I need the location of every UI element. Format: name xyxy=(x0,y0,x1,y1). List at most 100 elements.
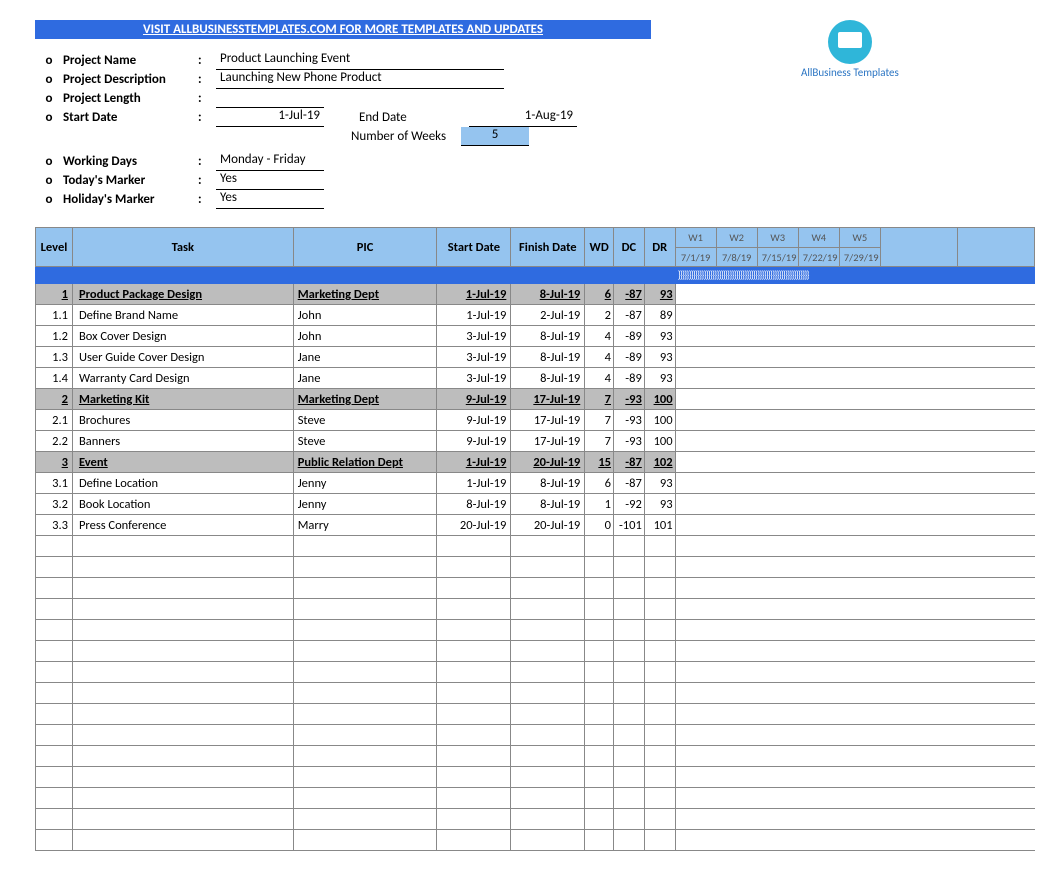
col-dr[interactable]: DR xyxy=(644,228,675,267)
table-row[interactable]: 2Marketing KitMarketing Dept9-Jul-1917-J… xyxy=(36,389,1035,410)
table-row[interactable]: 3.2Book LocationJenny8-Jul-198-Jul-191-9… xyxy=(36,494,1035,515)
cell-finish-date[interactable]: 8-Jul-19 xyxy=(511,473,585,494)
week-header[interactable]: W1 xyxy=(675,228,716,248)
cell-pic[interactable]: Public Relation Dept xyxy=(293,452,437,473)
cell-pic[interactable]: Jenny xyxy=(293,494,437,515)
table-row[interactable] xyxy=(36,557,1035,578)
cell-start-date[interactable]: 1-Jul-19 xyxy=(437,284,511,305)
cell-task[interactable]: Book Location xyxy=(72,494,293,515)
col-start_date[interactable]: Start Date xyxy=(437,228,511,267)
cell-finish-date[interactable]: 8-Jul-19 xyxy=(511,284,585,305)
working-days-value[interactable]: Monday - Friday xyxy=(216,152,324,171)
cell-task[interactable]: Marketing Kit xyxy=(72,389,293,410)
week-header[interactable]: W2 xyxy=(716,228,757,248)
week-header[interactable]: W3 xyxy=(757,228,798,248)
cell-start-date[interactable]: 1-Jul-19 xyxy=(437,473,511,494)
table-row[interactable]: 1.4Warranty Card DesignJane3-Jul-198-Jul… xyxy=(36,368,1035,389)
table-row[interactable] xyxy=(36,746,1035,767)
col-wd[interactable]: WD xyxy=(585,228,614,267)
project-name-value[interactable]: Product Launching Event xyxy=(216,51,504,70)
table-row[interactable] xyxy=(36,704,1035,725)
cell-pic[interactable]: Marketing Dept xyxy=(293,389,437,410)
cell-task[interactable]: User Guide Cover Design xyxy=(72,347,293,368)
project-desc-value[interactable]: Launching New Phone Product xyxy=(216,70,504,89)
table-row[interactable]: 1.3User Guide Cover DesignJane3-Jul-198-… xyxy=(36,347,1035,368)
table-row[interactable]: 3EventPublic Relation Dept1-Jul-1920-Jul… xyxy=(36,452,1035,473)
cell-start-date[interactable]: 9-Jul-19 xyxy=(437,389,511,410)
week-header[interactable]: W5 xyxy=(839,228,880,248)
cell-start-date[interactable]: 8-Jul-19 xyxy=(437,494,511,515)
cell-finish-date[interactable]: 17-Jul-19 xyxy=(511,389,585,410)
cell-start-date[interactable]: 9-Jul-19 xyxy=(437,431,511,452)
col-task[interactable]: Task xyxy=(72,228,293,267)
table-row[interactable]: 3.1Define LocationJenny1-Jul-198-Jul-196… xyxy=(36,473,1035,494)
cell-pic[interactable]: Jenny xyxy=(293,473,437,494)
table-row[interactable] xyxy=(36,683,1035,704)
table-row[interactable] xyxy=(36,641,1035,662)
cell-start-date[interactable]: 1-Jul-19 xyxy=(437,305,511,326)
table-row[interactable] xyxy=(36,536,1035,557)
week-header[interactable]: W4 xyxy=(798,228,839,248)
table-row[interactable] xyxy=(36,725,1035,746)
cell-start-date[interactable]: 20-Jul-19 xyxy=(437,515,511,536)
table-row[interactable] xyxy=(36,830,1035,851)
cell-start-date[interactable]: 3-Jul-19 xyxy=(437,347,511,368)
col-dc[interactable]: DC xyxy=(614,228,645,267)
table-row[interactable] xyxy=(36,599,1035,620)
start-date-value[interactable]: 1-Jul-19 xyxy=(216,108,324,127)
cell-finish-date[interactable]: 8-Jul-19 xyxy=(511,494,585,515)
cell-pic[interactable]: Jane xyxy=(293,368,437,389)
cell-start-date[interactable]: 9-Jul-19 xyxy=(437,410,511,431)
table-row[interactable] xyxy=(36,788,1035,809)
col-level[interactable]: Level xyxy=(36,228,73,267)
cell-finish-date[interactable]: 2-Jul-19 xyxy=(511,305,585,326)
end-date-value[interactable]: 1-Aug-19 xyxy=(469,108,577,127)
cell-pic[interactable]: John xyxy=(293,326,437,347)
table-row[interactable]: 1.1Define Brand NameJohn1-Jul-192-Jul-19… xyxy=(36,305,1035,326)
cell-task[interactable]: Define Location xyxy=(72,473,293,494)
cell-pic[interactable]: John xyxy=(293,305,437,326)
cell-task[interactable]: Banners xyxy=(72,431,293,452)
cell-finish-date[interactable]: 20-Jul-19 xyxy=(511,515,585,536)
cell-pic[interactable]: Marketing Dept xyxy=(293,284,437,305)
cell-task[interactable]: Brochures xyxy=(72,410,293,431)
num-weeks-value[interactable]: 5 xyxy=(461,127,529,146)
cell-task[interactable]: Define Brand Name xyxy=(72,305,293,326)
cell-finish-date[interactable]: 17-Jul-19 xyxy=(511,410,585,431)
cell-start-date[interactable]: 3-Jul-19 xyxy=(437,368,511,389)
cell-finish-date[interactable]: 17-Jul-19 xyxy=(511,431,585,452)
project-length-value[interactable] xyxy=(216,89,324,108)
cell-start-date[interactable]: 3-Jul-19 xyxy=(437,326,511,347)
cell-pic[interactable]: Steve xyxy=(293,410,437,431)
table-row[interactable] xyxy=(36,578,1035,599)
table-row[interactable]: 1Product Package DesignMarketing Dept1-J… xyxy=(36,284,1035,305)
col-finish_date[interactable]: Finish Date xyxy=(511,228,585,267)
cell-task[interactable]: Box Cover Design xyxy=(72,326,293,347)
cell-finish-date[interactable]: 20-Jul-19 xyxy=(511,452,585,473)
cell-task[interactable]: Press Conference xyxy=(72,515,293,536)
start-date-label: Start Date xyxy=(63,110,198,125)
cell-finish-date[interactable]: 8-Jul-19 xyxy=(511,326,585,347)
cell-task[interactable]: Event xyxy=(72,452,293,473)
banner-link[interactable]: VISIT ALLBUSINESSTEMPLATES.COM FOR MORE … xyxy=(35,20,651,39)
todays-marker-value[interactable]: Yes xyxy=(216,171,324,190)
table-row[interactable]: 1.2Box Cover DesignJohn3-Jul-198-Jul-194… xyxy=(36,326,1035,347)
table-row[interactable]: 2.1BrochuresSteve9-Jul-1917-Jul-197-9310… xyxy=(36,410,1035,431)
table-row[interactable]: 3.3Press ConferenceMarry20-Jul-1920-Jul-… xyxy=(36,515,1035,536)
table-row[interactable] xyxy=(36,767,1035,788)
cell-pic[interactable]: Steve xyxy=(293,431,437,452)
table-row[interactable] xyxy=(36,620,1035,641)
cell-task[interactable]: Product Package Design xyxy=(72,284,293,305)
cell-task[interactable]: Warranty Card Design xyxy=(72,368,293,389)
table-row[interactable]: 2.2BannersSteve9-Jul-1917-Jul-197-93100 xyxy=(36,431,1035,452)
logo[interactable]: AllBusiness Templates xyxy=(801,20,899,79)
cell-start-date[interactable]: 1-Jul-19 xyxy=(437,452,511,473)
table-row[interactable] xyxy=(36,662,1035,683)
cell-finish-date[interactable]: 8-Jul-19 xyxy=(511,347,585,368)
table-row[interactable] xyxy=(36,809,1035,830)
cell-finish-date[interactable]: 8-Jul-19 xyxy=(511,368,585,389)
col-pic[interactable]: PIC xyxy=(293,228,437,267)
cell-pic[interactable]: Marry xyxy=(293,515,437,536)
holidays-marker-value[interactable]: Yes xyxy=(216,190,324,209)
cell-pic[interactable]: Jane xyxy=(293,347,437,368)
